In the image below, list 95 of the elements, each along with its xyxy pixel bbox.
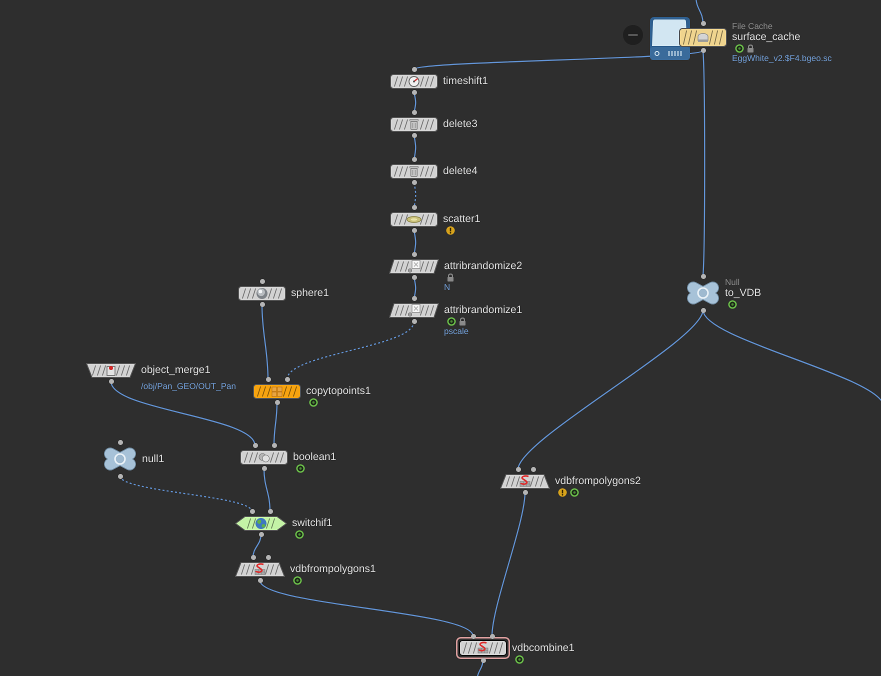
output-port[interactable]: [260, 302, 264, 307]
input-port[interactable]: [266, 377, 270, 382]
node-type-label: Null: [725, 277, 740, 287]
output-port[interactable]: [412, 319, 416, 324]
output-port[interactable]: [700, 48, 706, 53]
output-port[interactable]: [262, 466, 266, 471]
input-port[interactable]: [250, 509, 254, 514]
output-port[interactable]: [522, 490, 528, 495]
node-name: switchif1: [292, 517, 332, 529]
input-port[interactable]: [250, 555, 256, 560]
ring-icon: [114, 453, 126, 465]
output-port[interactable]: [108, 379, 114, 384]
s-curve-icon: [520, 474, 530, 486]
input-port[interactable]: [284, 377, 290, 382]
s-curve-icon: [254, 562, 266, 574]
input-port[interactable]: [516, 467, 520, 472]
network-node[interactable]: [238, 286, 286, 300]
input-port[interactable]: [266, 555, 270, 560]
box-icon: [106, 366, 116, 376]
network-node[interactable]: [102, 446, 138, 472]
network-node[interactable]: [390, 74, 438, 88]
input-port[interactable]: [412, 296, 416, 301]
node-detail: EggWhite_v2.$F4.bgeo.sc: [732, 53, 832, 63]
node-name: attribrandomize2: [444, 260, 522, 272]
output-port[interactable]: [480, 658, 486, 662]
output-port[interactable]: [700, 308, 706, 312]
network-node[interactable]: [235, 516, 287, 530]
input-port[interactable]: [412, 252, 416, 257]
input-port[interactable]: [412, 157, 416, 162]
output-port[interactable]: [118, 474, 122, 478]
node-name: boolean1: [293, 451, 336, 463]
node-detail: pscale: [444, 326, 469, 336]
output-port[interactable]: [412, 228, 416, 233]
output-port[interactable]: [274, 400, 280, 405]
input-port[interactable]: [272, 443, 276, 448]
network-node[interactable]: [389, 302, 439, 318]
input-port[interactable]: [700, 274, 706, 278]
node-detail: N: [444, 282, 450, 292]
node-name: delete3: [443, 118, 478, 130]
node-name: to_VDB: [725, 287, 762, 299]
s-curve-icon: [478, 642, 488, 654]
dice-icon: [408, 304, 420, 316]
node-name: vdbcombine1: [512, 642, 574, 654]
network-node[interactable]: [500, 474, 550, 488]
node-name: scatter1: [443, 213, 480, 225]
network-node[interactable]: [389, 258, 439, 274]
input-port[interactable]: [490, 634, 494, 638]
input-port[interactable]: [118, 440, 122, 444]
input-port[interactable]: [700, 21, 706, 26]
node-name: sphere1: [291, 287, 329, 299]
network-node[interactable]: [390, 164, 438, 178]
input-port[interactable]: [412, 110, 416, 115]
node-name: vdbfrompolygons1: [290, 563, 376, 575]
network-node[interactable]: [685, 280, 721, 306]
overlap-icon: [258, 452, 270, 462]
node-name: null1: [142, 453, 164, 465]
dice-icon: [408, 260, 420, 272]
node-name: vdbfrompolygons2: [555, 475, 641, 487]
network-node[interactable]: [235, 562, 285, 576]
node-detail: /obj/Pan_GEO/OUT_Pan: [141, 381, 236, 391]
input-port[interactable]: [470, 634, 476, 638]
output-port[interactable]: [258, 578, 262, 583]
network-node[interactable]: [86, 362, 136, 378]
output-port[interactable]: [412, 90, 416, 95]
globe-icon: [256, 518, 266, 528]
node-name: delete4: [443, 165, 478, 177]
output-port[interactable]: [412, 180, 416, 185]
node-type-label: File Cache: [732, 21, 773, 31]
network-node[interactable]: [253, 384, 301, 398]
output-port[interactable]: [258, 532, 264, 537]
sphere-icon: [256, 288, 268, 298]
ring-icon: [697, 287, 709, 299]
network-node[interactable]: [390, 116, 438, 132]
cluster-icon: [272, 386, 282, 396]
node-name: object_merge1: [141, 364, 210, 376]
output-port[interactable]: [412, 133, 416, 138]
input-port[interactable]: [530, 467, 536, 472]
input-port[interactable]: [412, 67, 416, 72]
trash-icon: [410, 118, 418, 130]
minus-icon: [628, 34, 638, 36]
input-port[interactable]: [252, 443, 258, 448]
node-name: timeshift1: [443, 75, 488, 87]
input-port[interactable]: [268, 509, 272, 514]
output-port[interactable]: [412, 275, 416, 280]
node-name: copytopoints1: [306, 385, 371, 397]
network-node[interactable]: [679, 28, 727, 46]
network-node[interactable]: [390, 212, 438, 226]
trash-icon: [410, 166, 418, 176]
input-port[interactable]: [260, 279, 264, 284]
input-port[interactable]: [412, 205, 416, 210]
network-node[interactable]: [456, 637, 510, 659]
network-node[interactable]: [240, 450, 288, 464]
disc-icon: [406, 216, 422, 222]
node-name: surface_cache: [732, 31, 800, 43]
node-name: attribrandomize1: [444, 304, 522, 316]
